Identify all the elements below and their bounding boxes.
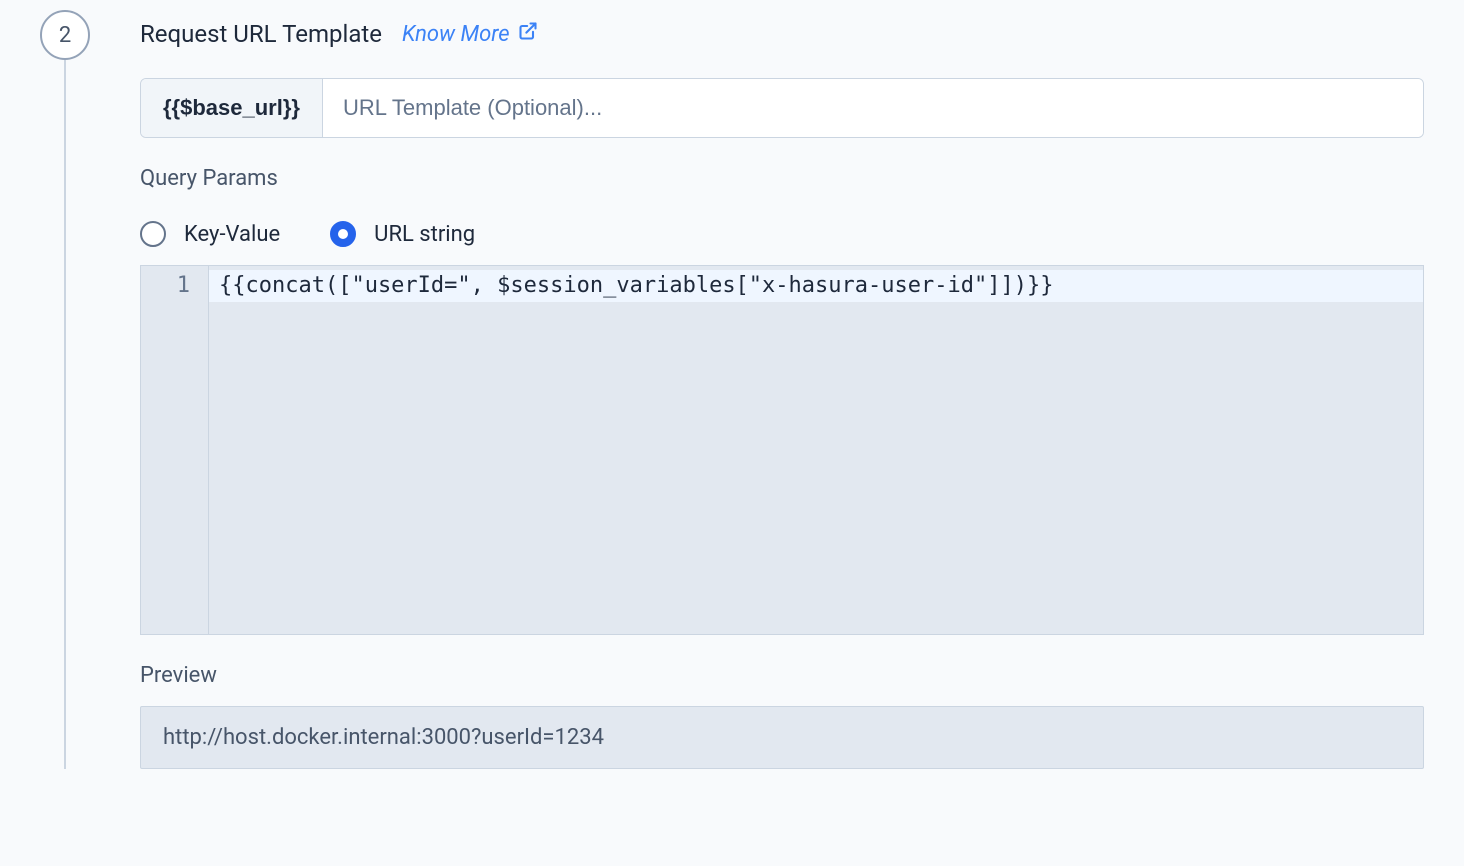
editor-gutter: 1 bbox=[141, 266, 209, 634]
radio-key-value[interactable]: Key-Value bbox=[140, 221, 280, 247]
section-header: Request URL Template Know More bbox=[140, 20, 1424, 48]
preview-label: Preview bbox=[140, 663, 1424, 688]
url-template-row: {{$base_url}} bbox=[140, 78, 1424, 138]
preview-section: Preview http://host.docker.internal:3000… bbox=[140, 663, 1424, 769]
radio-url-string[interactable]: URL string bbox=[330, 221, 475, 247]
radio-label-url-string: URL string bbox=[374, 222, 475, 247]
line-number: 1 bbox=[141, 270, 208, 302]
url-string-editor[interactable]: 1 {{concat(["userId=", $session_variable… bbox=[140, 265, 1424, 635]
code-line: {{concat(["userId=", $session_variables[… bbox=[209, 270, 1423, 302]
radio-indicator bbox=[330, 221, 356, 247]
editor-content-area[interactable]: {{concat(["userId=", $session_variables[… bbox=[209, 266, 1423, 634]
base-url-prefix: {{$base_url}} bbox=[141, 79, 323, 137]
query-params-label: Query Params bbox=[140, 166, 1424, 191]
section-title: Request URL Template bbox=[140, 20, 382, 48]
preview-output: http://host.docker.internal:3000?userId=… bbox=[140, 706, 1424, 769]
step-number-badge: 2 bbox=[40, 10, 90, 60]
radio-indicator bbox=[140, 221, 166, 247]
url-template-input[interactable] bbox=[323, 79, 1423, 137]
radio-label-key-value: Key-Value bbox=[184, 222, 280, 247]
step-sidebar: 2 bbox=[40, 10, 90, 769]
step-connector-bottom bbox=[64, 60, 66, 769]
query-params-radio-group: Key-Value URL string bbox=[140, 221, 1424, 247]
step-number: 2 bbox=[59, 23, 71, 48]
external-link-icon bbox=[518, 21, 538, 47]
know-more-label: Know More bbox=[402, 22, 510, 47]
know-more-link[interactable]: Know More bbox=[402, 21, 538, 47]
